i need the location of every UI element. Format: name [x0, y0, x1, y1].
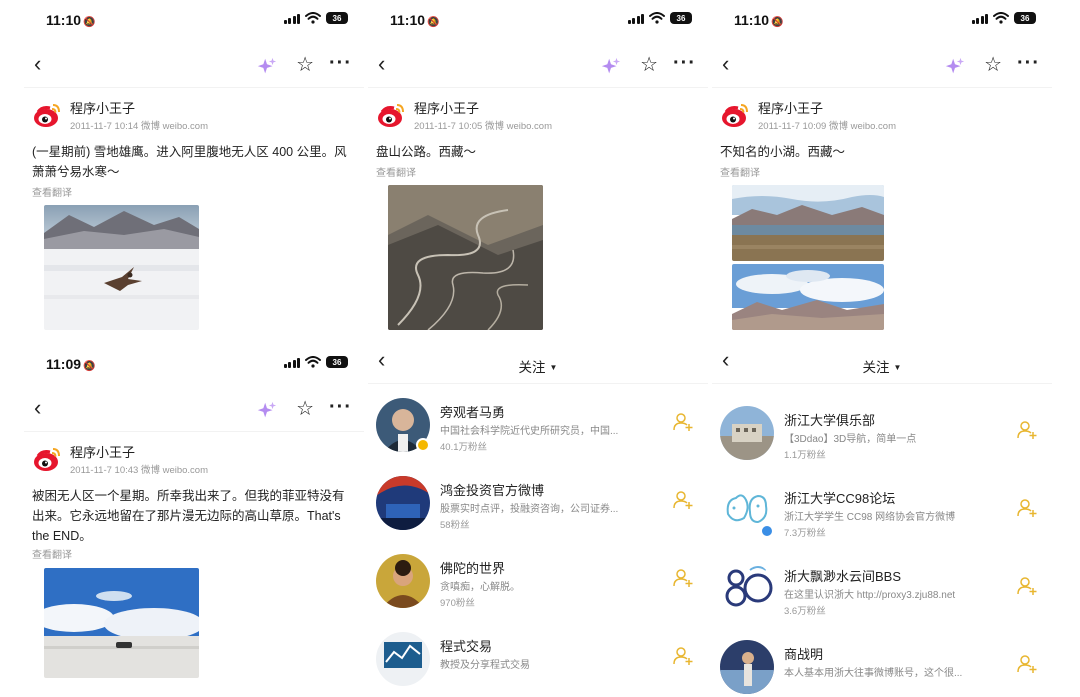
post-screen-1: 11:10 🔕 36 ‹ ☆ ··· 程序小王子 2011-11-7 10:14 … — [24, 0, 364, 340]
avatar[interactable] — [720, 640, 774, 694]
follow-name[interactable]: 商战明 — [784, 644, 823, 663]
caret-down-icon[interactable]: ▼ — [550, 363, 558, 372]
avatar[interactable] — [376, 476, 430, 530]
add-follow-icon[interactable] — [1016, 654, 1038, 674]
follow-name[interactable]: 佛陀的世界 — [440, 558, 505, 577]
follow-name[interactable]: 浙大飘渺水云间BBS — [784, 566, 901, 585]
translate-link[interactable]: 查看翻译 — [32, 184, 72, 199]
list-item[interactable]: 程式交易 教授及分享程式交易 — [368, 632, 708, 697]
follow-desc: 【3Ddao】3D导航，简单一点 — [784, 434, 917, 445]
add-follow-icon[interactable] — [672, 568, 694, 588]
list-item[interactable]: 商战明 本人基本用浙大往事微博账号，这个很... — [712, 640, 1052, 697]
follow-desc: 股票实时点评，投融资咨询，公司证券... — [440, 504, 619, 515]
follow-desc: 在这里认识浙大 http://proxy3.zju88.net — [784, 590, 956, 601]
add-follow-icon[interactable] — [1016, 498, 1038, 518]
follow-name[interactable]: 浙江大学俱乐部 — [784, 410, 875, 429]
follow-name[interactable]: 旁观者马勇 — [440, 402, 505, 421]
avatar[interactable] — [376, 554, 430, 608]
wifi-icon — [305, 12, 321, 24]
follow-header: ‹ 关注 ▼ — [368, 340, 708, 384]
follow-fans: 970粉丝 — [440, 598, 475, 609]
post-author: 程序小王子 2011-11-7 10:14 微博 weibo.com — [24, 96, 364, 136]
follow-fans: 1.1万粉丝 — [784, 450, 826, 461]
mute-bell-icon: 🔕 — [83, 361, 96, 372]
post-screen-4: 11:09 🔕 36 ‹ ☆ ··· 程序小王子 2011-11-7 10:43 … — [24, 344, 364, 697]
follow-name[interactable]: 程式交易 — [440, 636, 492, 655]
weibo-logo-avatar[interactable] — [32, 96, 62, 130]
follow-list-screen-2: ‹ 关注 ▼ 浙江大学俱乐部 【3Ddao】3D导航，简单一点 1.1万粉丝 浙江… — [712, 0, 1052, 697]
list-item[interactable]: 浙江大学俱乐部 【3Ddao】3D导航，简单一点 1.1万粉丝 — [712, 406, 1052, 482]
battery-icon: 36 — [326, 12, 348, 24]
chevron-left-icon[interactable]: ‹ — [34, 397, 54, 420]
battery-icon: 36 — [326, 356, 348, 368]
post-text: (一星期前) 雪地雄鹰。进入阿里腹地无人区 400 公里。风萧萧兮易水寒～ — [32, 145, 347, 179]
signal-icon — [283, 357, 300, 368]
star-icon[interactable]: ☆ — [296, 55, 314, 75]
status-bar: 11:10 🔕 36 — [24, 0, 364, 44]
list-item[interactable]: 浙大飘渺水云间BBS 在这里认识浙大 http://proxy3.zju88.n… — [712, 562, 1052, 638]
sparkle-icon[interactable] — [256, 56, 278, 78]
follow-desc: 教授及分享程式交易 — [440, 660, 530, 671]
list-item[interactable]: 浙江大学CC98论坛 浙江大学学生 CC98 网络协会官方微博 7.3万粉丝 — [712, 484, 1052, 560]
list-item[interactable]: 旁观者马勇 中国社会科学院近代史所研究员，中国... 40.1万粉丝 — [368, 398, 708, 474]
follow-fans: 40.1万粉丝 — [440, 442, 487, 453]
status-time: 11:09 — [46, 356, 82, 372]
add-follow-icon[interactable] — [672, 646, 694, 666]
add-follow-icon[interactable] — [672, 412, 694, 432]
follow-fans: 7.3万粉丝 — [784, 528, 826, 539]
post-photo-eagle[interactable] — [44, 205, 199, 330]
signal-icon — [283, 13, 300, 24]
more-icon[interactable]: ··· — [329, 52, 352, 75]
post-meta: 2011-11-7 10:14 微博 weibo.com — [70, 121, 209, 132]
author-name[interactable]: 程序小王子 — [70, 98, 135, 117]
status-time: 11:10 — [46, 12, 82, 28]
nav-bar: ‹ ☆ ··· — [24, 44, 364, 88]
author-name[interactable]: 程序小王子 — [70, 442, 135, 461]
post-text: 被困无人区一个星期。所幸我出来了。但我的菲亚特没有出来。它永远地留在了那片漫无边… — [32, 489, 345, 543]
follow-title[interactable]: 关注 — [519, 360, 546, 375]
follow-header: ‹ 关注 ▼ — [712, 340, 1052, 384]
follow-desc: 浙江大学学生 CC98 网络协会官方微博 — [784, 512, 956, 523]
follow-fans: 58粉丝 — [440, 520, 470, 531]
verified-badge-icon — [760, 524, 774, 538]
verified-badge-icon — [416, 438, 430, 452]
post-author: 程序小王子 2011-11-7 10:43 微博 weibo.com — [24, 440, 364, 480]
more-icon[interactable]: ··· — [329, 396, 352, 419]
follow-name[interactable]: 鸿金投资官方微博 — [440, 480, 544, 499]
follow-list-screen-1: ‹ 关注 ▼ 旁观者马勇 中国社会科学院近代史所研究员，中国... 40.1万粉丝… — [368, 0, 708, 697]
star-icon[interactable]: ☆ — [296, 399, 314, 419]
weibo-logo-avatar[interactable] — [32, 440, 62, 474]
chevron-left-icon[interactable]: ‹ — [34, 53, 54, 76]
post-photo-car[interactable] — [44, 568, 199, 678]
list-item[interactable]: 鸿金投资官方微博 股票实时点评，投融资咨询，公司证券... 58粉丝 — [368, 476, 708, 552]
follow-desc: 本人基本用浙大往事微博账号，这个很... — [784, 668, 963, 679]
avatar[interactable] — [720, 406, 774, 460]
nav-bar: ‹ ☆ ··· — [24, 388, 364, 432]
follow-fans: 3.6万粉丝 — [784, 606, 826, 617]
list-item[interactable]: 佛陀的世界 贪嗔痴，心解脱。 970粉丝 — [368, 554, 708, 630]
avatar[interactable] — [720, 562, 774, 616]
avatar[interactable] — [376, 632, 430, 686]
follow-desc: 贪嗔痴，心解脱。 — [440, 582, 520, 593]
status-bar: 11:09 🔕 36 — [24, 344, 364, 388]
add-follow-icon[interactable] — [672, 490, 694, 510]
wifi-icon — [305, 356, 321, 368]
post-meta: 2011-11-7 10:43 微博 weibo.com — [70, 465, 209, 476]
translate-link[interactable]: 查看翻译 — [32, 546, 72, 561]
caret-down-icon[interactable]: ▼ — [894, 363, 902, 372]
follow-title[interactable]: 关注 — [863, 360, 890, 375]
follow-desc: 中国社会科学院近代史所研究员，中国... — [440, 426, 619, 437]
follow-name[interactable]: 浙江大学CC98论坛 — [784, 488, 895, 507]
add-follow-icon[interactable] — [1016, 420, 1038, 440]
mute-bell-icon: 🔕 — [83, 17, 96, 28]
sparkle-icon[interactable] — [256, 400, 278, 422]
add-follow-icon[interactable] — [1016, 576, 1038, 596]
